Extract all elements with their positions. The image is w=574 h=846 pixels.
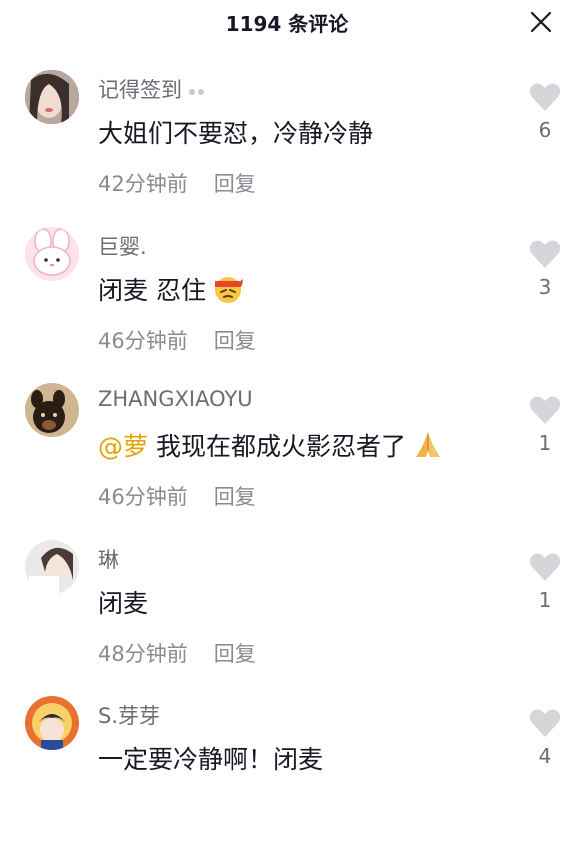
comment-username[interactable]: 巨婴. [98, 231, 147, 261]
comment-username[interactable]: 记得签到 [98, 74, 208, 104]
close-button[interactable] [527, 8, 555, 36]
heart-icon [529, 709, 561, 737]
avatar[interactable] [25, 696, 79, 750]
comment-time: 46分钟前 [98, 329, 188, 353]
reply-button[interactable]: 回复 [214, 172, 256, 196]
like-button[interactable]: 3 [525, 239, 565, 299]
heart-icon [529, 396, 561, 424]
comment-time: 48分钟前 [98, 642, 188, 666]
comment-text-content: 大姐们不要怼，冷静冷静 [98, 119, 374, 148]
reply-button[interactable]: 回复 [214, 485, 256, 509]
like-button[interactable]: 1 [525, 552, 565, 612]
comment-item: ZHANGXIAOYU @萝 我现在都成火影忍者了 46分钟前 回复 1 [0, 383, 574, 533]
comment-username[interactable]: S.芽芽 [98, 700, 160, 730]
comments-header: 1194 条评论 [0, 0, 574, 42]
comment-item: 记得签到 大姐们不要怼，冷静冷静 42分钟前 回复 6 [0, 70, 574, 220]
username-text: 记得签到 [98, 78, 182, 102]
comment-text: 一定要冷静啊！闭麦 [98, 740, 323, 776]
comment-item: S.芽芽 一定要冷静啊！闭麦 4 [0, 696, 574, 846]
comment-item: 巨婴. 闭麦 忍住 46分钟前 回复 3 [0, 227, 574, 377]
comment-text: 闭麦 忍住 [98, 271, 244, 307]
avatar[interactable] [25, 383, 79, 437]
like-count: 4 [538, 744, 552, 768]
comment-text-content: 闭麦 忍住 [98, 276, 206, 305]
comment-meta: 46分钟前 回复 [98, 481, 256, 511]
folded-hands-emoji-icon [416, 433, 441, 457]
heart-icon [529, 240, 561, 268]
avatar[interactable] [25, 540, 79, 594]
comment-username[interactable]: ZHANGXIAOYU [98, 387, 253, 411]
comment-meta: 48分钟前 回复 [98, 638, 256, 668]
comment-meta: 46分钟前 回复 [98, 325, 256, 355]
like-button[interactable]: 6 [525, 82, 565, 142]
comment-meta: 42分钟前 回复 [98, 168, 256, 198]
comment-text: @萝 我现在都成火影忍者了 [98, 427, 444, 463]
close-icon [530, 11, 552, 33]
reply-button[interactable]: 回复 [214, 329, 256, 353]
comment-text: 闭麦 [98, 584, 148, 620]
comment-time: 46分钟前 [98, 485, 188, 509]
reply-button[interactable]: 回复 [214, 642, 256, 666]
avatar[interactable] [25, 227, 79, 281]
like-count: 6 [538, 118, 552, 142]
like-count: 3 [538, 275, 552, 299]
comment-text-content: 闭麦 [98, 589, 149, 618]
comment-text: 大姐们不要怼，冷静冷静 [98, 114, 373, 150]
comment-text-content: 我现在都成火影忍者了 [156, 432, 407, 461]
user-badge-icon [189, 89, 204, 95]
mention-link[interactable]: @萝 [98, 427, 148, 463]
heart-icon [529, 553, 561, 581]
comment-time: 42分钟前 [98, 172, 188, 196]
like-count: 1 [538, 588, 552, 612]
comment-username[interactable]: 琳 [98, 544, 119, 574]
avatar[interactable] [25, 70, 79, 124]
like-button[interactable]: 4 [525, 708, 565, 768]
comment-text-content: 一定要冷静啊！闭麦 [98, 745, 324, 774]
ninja-face-emoji-icon [214, 277, 243, 303]
comment-count-title: 1194 条评论 [225, 12, 349, 36]
like-button[interactable]: 1 [525, 395, 565, 455]
like-count: 1 [538, 431, 552, 455]
heart-icon [529, 83, 561, 111]
comment-item: 琳 闭麦 48分钟前 回复 1 [0, 540, 574, 690]
